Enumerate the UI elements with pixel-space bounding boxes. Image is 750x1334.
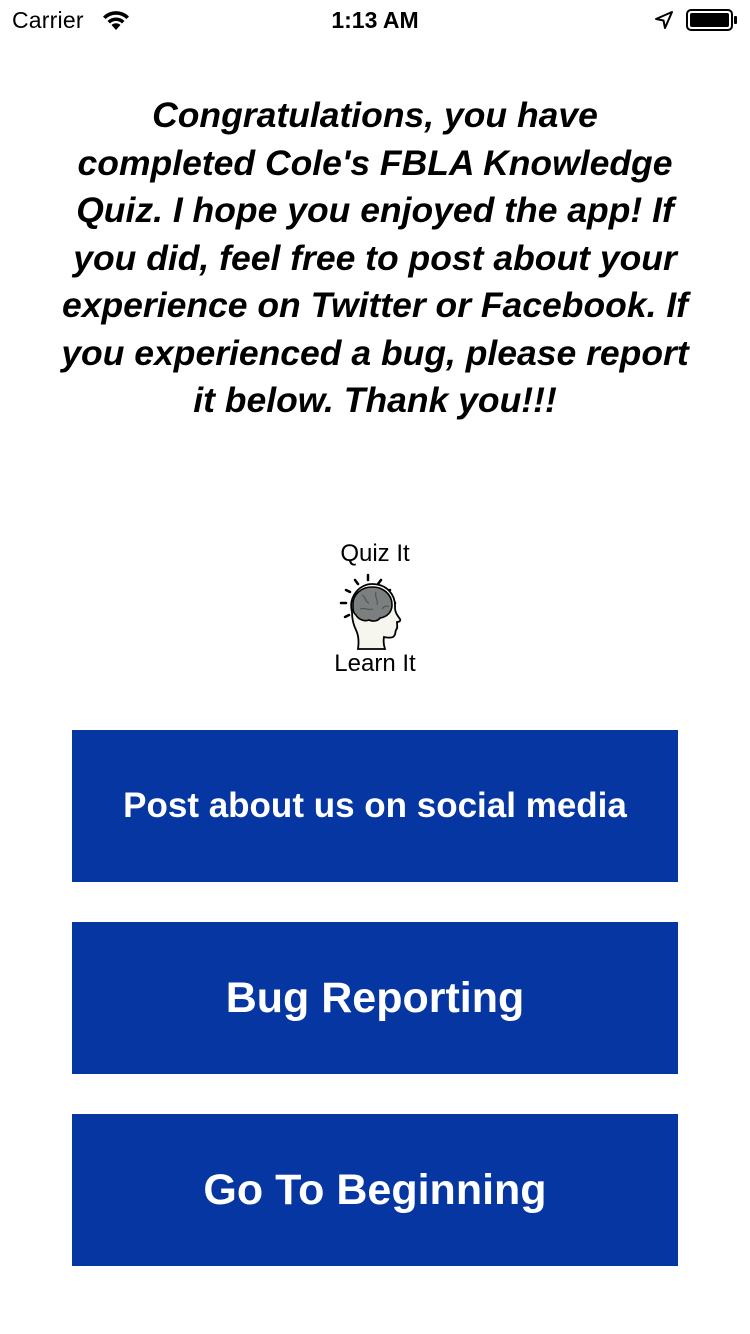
- brain-head-icon: [339, 573, 402, 650]
- go-to-beginning-button[interactable]: Go To Beginning: [72, 1114, 678, 1266]
- quiz-logo: Quiz It Learn It: [318, 540, 432, 682]
- battery-icon: [686, 9, 737, 31]
- logo-bottom-text: Learn It: [334, 650, 416, 677]
- bug-reporting-button[interactable]: Bug Reporting: [72, 922, 678, 1074]
- post-social-media-button[interactable]: Post about us on social media: [72, 730, 678, 882]
- status-time: 1:13 AM: [331, 7, 419, 33]
- status-bar: Carrier 1:13 AM: [0, 0, 750, 40]
- logo-top-text: Quiz It: [340, 540, 410, 567]
- completion-message: Congratulations, you have completed Cole…: [61, 95, 689, 420]
- location-arrow-icon: [655, 11, 673, 29]
